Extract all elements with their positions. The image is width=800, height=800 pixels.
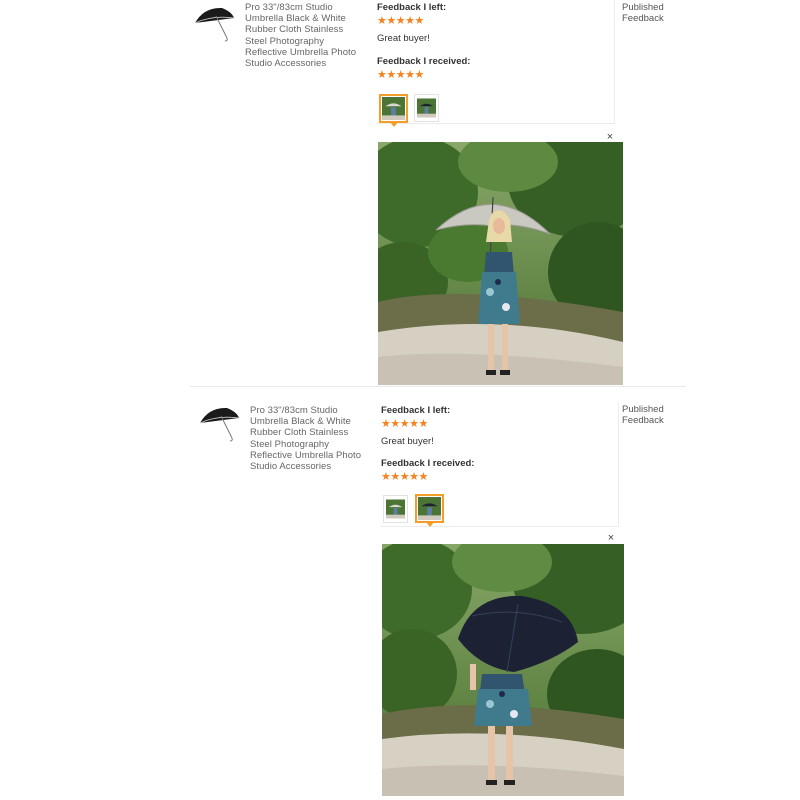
product-thumbnail-umbrella[interactable] <box>197 404 241 444</box>
photo-thumbnail-image <box>382 97 405 120</box>
feedback-received-label: Feedback I received: <box>381 458 475 469</box>
feedback-left-stars: ★★★★★ <box>377 15 424 27</box>
photo-thumbnail-image <box>386 499 405 519</box>
feedback-entry-1: Pro 33"/83cm Studio Umbrella Black & Whi… <box>0 0 800 388</box>
product-thumbnail-umbrella[interactable] <box>192 4 236 44</box>
feedback-received-stars: ★★★★★ <box>381 471 428 483</box>
close-photo-button[interactable]: × <box>605 532 617 544</box>
feedback-received-label: Feedback I received: <box>377 56 471 67</box>
photo-thumbnail-1[interactable] <box>383 495 408 523</box>
feedback-left-label: Feedback I left: <box>381 405 451 416</box>
photo-thumbnail-2[interactable] <box>415 494 444 527</box>
entry-divider <box>190 386 686 387</box>
feedback-left-stars: ★★★★★ <box>381 418 428 430</box>
enlarged-review-photo <box>378 142 623 385</box>
feedback-entry-2: Pro 33"/83cm Studio Umbrella Black & Whi… <box>0 398 800 800</box>
feedback-left-label: Feedback I left: <box>377 2 447 13</box>
feedback-left-comment: Great buyer! <box>381 436 434 447</box>
photo-thumbnail-image <box>418 497 441 520</box>
enlarged-review-photo <box>382 544 624 796</box>
feedback-left-comment: Great buyer! <box>377 33 430 44</box>
feedback-column: Feedback I left: ★★★★★ Great buyer! Feed… <box>380 403 619 527</box>
feedback-column: Feedback I left: ★★★★★ Great buyer! Feed… <box>376 0 615 127</box>
photo-thumbnail-1[interactable] <box>379 94 408 127</box>
product-title[interactable]: Pro 33"/83cm Studio Umbrella Black & Whi… <box>245 2 367 69</box>
product-title[interactable]: Pro 33"/83cm Studio Umbrella Black & Whi… <box>250 405 372 472</box>
photo-thumbnail-2[interactable] <box>414 94 439 122</box>
feedback-received-stars: ★★★★★ <box>377 69 424 81</box>
status-published-feedback: Published Feedback <box>622 404 664 426</box>
status-published-feedback: Published Feedback <box>622 2 664 24</box>
photo-thumbnail-image <box>417 98 436 118</box>
